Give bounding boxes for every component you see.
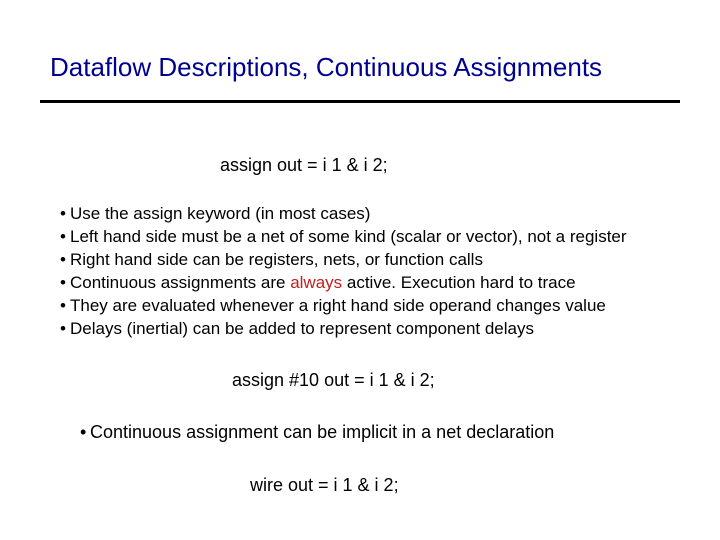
- bullet-item: •Right hand side can be registers, nets,…: [60, 248, 680, 271]
- bullet-list-1: •Use the assign keyword (in most cases) …: [60, 202, 680, 340]
- bullet-icon: •: [80, 422, 90, 443]
- bullet-list-2: •Continuous assignment can be implicit i…: [80, 422, 554, 443]
- code-snippet-2: assign #10 out = i 1 & i 2;: [232, 370, 435, 391]
- slide: Dataflow Descriptions, Continuous Assign…: [0, 0, 720, 540]
- bullet-icon: •: [60, 225, 70, 248]
- bullet-text: Use the assign keyword (in most cases): [70, 204, 370, 223]
- code-snippet-1: assign out = i 1 & i 2;: [220, 155, 388, 176]
- bullet-text: Right hand side can be registers, nets, …: [70, 250, 483, 269]
- code-snippet-3: wire out = i 1 & i 2;: [250, 475, 399, 496]
- bullet-item: •Delays (inertial) can be added to repre…: [60, 317, 680, 340]
- emphasis-always: always: [290, 273, 342, 292]
- bullet-item: •Left hand side must be a net of some ki…: [60, 225, 680, 248]
- bullet-text: Left hand side must be a net of some kin…: [70, 227, 627, 246]
- title-divider: [40, 100, 680, 103]
- bullet-item: •Use the assign keyword (in most cases): [60, 202, 680, 225]
- slide-title: Dataflow Descriptions, Continuous Assign…: [50, 52, 680, 83]
- bullet-item: •Continuous assignment can be implicit i…: [80, 422, 554, 443]
- bullet-icon: •: [60, 317, 70, 340]
- bullet-text: Continuous assignment can be implicit in…: [90, 422, 554, 442]
- bullet-icon: •: [60, 294, 70, 317]
- bullet-text: They are evaluated whenever a right hand…: [70, 296, 606, 315]
- bullet-icon: •: [60, 202, 70, 225]
- bullet-text: active. Execution hard to trace: [342, 273, 575, 292]
- bullet-text: Continuous assignments are: [70, 273, 290, 292]
- bullet-text: Delays (inertial) can be added to repres…: [70, 319, 534, 338]
- bullet-item: •They are evaluated whenever a right han…: [60, 294, 680, 317]
- bullet-icon: •: [60, 271, 70, 294]
- bullet-icon: •: [60, 248, 70, 271]
- bullet-item: •Continuous assignments are always activ…: [60, 271, 680, 294]
